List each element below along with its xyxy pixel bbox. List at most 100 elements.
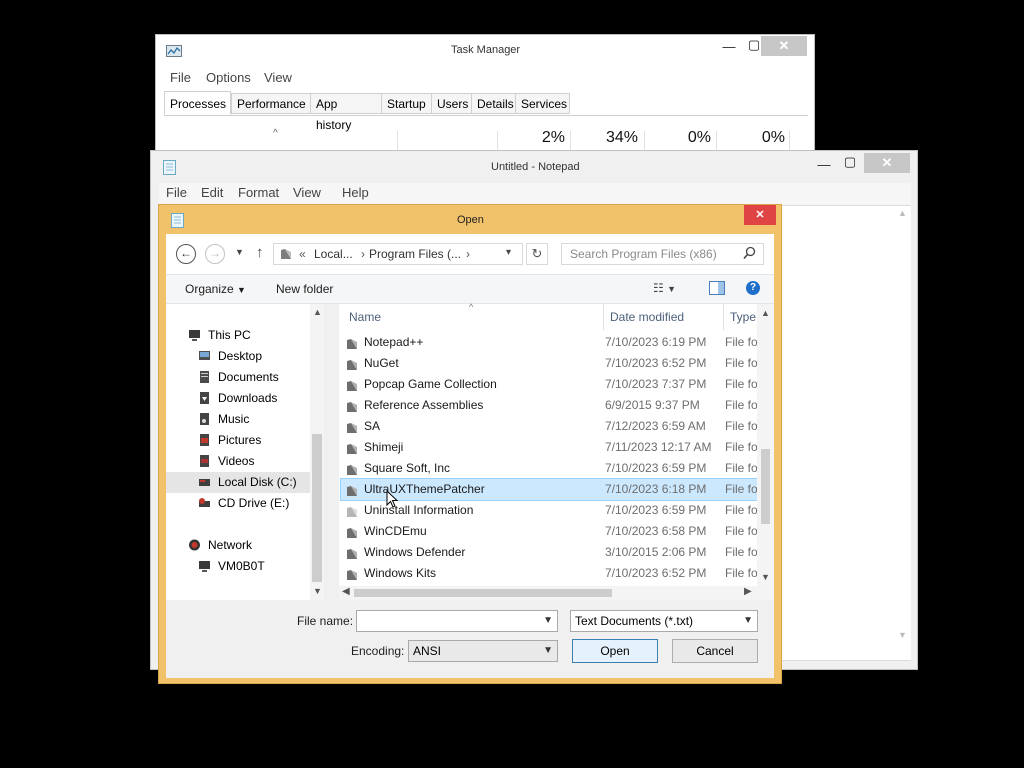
breadcrumb-segment-program-files[interactable]: Program Files (... <box>369 247 461 261</box>
mouse-cursor-icon <box>386 489 399 511</box>
menu-options[interactable]: Options <box>206 70 251 85</box>
nav-local-disk-label: Local Disk (C:) <box>218 475 297 489</box>
file-row[interactable]: Notepad++7/10/2023 6:19 PMFile folder <box>341 332 766 353</box>
scroll-thumb[interactable] <box>354 589 612 597</box>
file-type-filter[interactable]: Text Documents (*.txt) ▼ <box>570 610 758 632</box>
chevron-down-icon[interactable]: ▼ <box>543 611 553 631</box>
scroll-left-arrow-icon[interactable]: ◀ <box>342 586 350 597</box>
menu-file[interactable]: File <box>166 185 187 200</box>
cancel-button[interactable]: Cancel <box>672 639 758 663</box>
chevron-down-icon[interactable]: ▼ <box>743 611 753 631</box>
navigation-pane-scrollbar[interactable]: ▲ ▼ <box>310 304 324 600</box>
up-arrow-icon[interactable]: ↑ <box>256 244 264 261</box>
address-dropdown-icon[interactable]: ▾ <box>506 247 511 258</box>
tab-app-history[interactable]: App history <box>310 93 382 132</box>
menu-view[interactable]: View <box>264 70 292 85</box>
open-button[interactable]: Open <box>572 639 658 663</box>
file-row[interactable]: Reference Assemblies 6/9/2015 9:37 PM File… <box>341 395 766 416</box>
scroll-up-arrow-icon[interactable]: ▲ <box>313 307 322 317</box>
file-name-input[interactable]: ▼ <box>356 610 558 632</box>
memory-column-header[interactable]: 34% <box>578 129 638 147</box>
refresh-icon[interactable]: ↻ <box>526 243 548 265</box>
nav-this-pc[interactable]: This PC <box>188 325 251 346</box>
new-folder-button[interactable]: New folder <box>276 282 333 296</box>
network-column-header[interactable]: 0% <box>725 129 785 147</box>
folder-icon <box>346 399 358 412</box>
file-row[interactable]: Windows Kits7/10/2023 6:52 PMFile folder <box>341 563 766 584</box>
nav-pictures[interactable]: Pictures <box>198 430 261 451</box>
back-button[interactable]: ← <box>176 244 196 264</box>
date-column-header[interactable]: Date modified <box>610 310 684 324</box>
scroll-thumb[interactable] <box>761 449 770 524</box>
breadcrumb[interactable]: « Local... › Program Files (... › ▾ <box>273 243 523 265</box>
file-row[interactable]: NuGet7/10/2023 6:52 PMFile folder <box>341 353 766 374</box>
scroll-right-arrow-icon[interactable]: ▶ <box>744 586 752 597</box>
file-list-vertical-scrollbar[interactable]: ▲ ▼ <box>757 304 774 586</box>
name-column-header[interactable]: Name <box>349 310 381 324</box>
tab-performance[interactable]: Performance <box>231 93 311 114</box>
search-input[interactable]: Search Program Files (x86) <box>561 243 764 265</box>
file-name: NuGet <box>364 356 399 370</box>
cpu-column-header[interactable]: 2% <box>505 129 565 147</box>
nav-network[interactable]: Network <box>188 535 252 556</box>
file-row[interactable]: Windows Defender3/10/2015 2:06 PMFile fo… <box>341 542 766 563</box>
breadcrumb-separator[interactable]: › <box>466 247 470 261</box>
file-row[interactable]: Square Soft, Inc7/10/2023 6:59 PMFile fo… <box>341 458 766 479</box>
scroll-down-arrow-icon[interactable]: ▼ <box>898 630 907 640</box>
menu-edit[interactable]: Edit <box>201 185 223 200</box>
nav-vm0b0t[interactable]: VM0B0T <box>198 556 265 577</box>
scroll-down-arrow-icon[interactable]: ▼ <box>761 572 770 582</box>
scroll-down-arrow-icon[interactable]: ▼ <box>313 586 322 596</box>
breadcrumb-overflow[interactable]: « <box>299 247 306 261</box>
nav-music[interactable]: Music <box>198 409 249 430</box>
file-list-horizontal-scrollbar[interactable]: ◀ ▶ <box>339 586 774 600</box>
view-options-icon[interactable]: ☷ ▼ <box>653 281 676 295</box>
tab-services[interactable]: Services <box>515 93 570 114</box>
nav-desktop[interactable]: Desktop <box>198 346 262 367</box>
nav-this-pc-label: This PC <box>208 328 251 342</box>
nav-desktop-label: Desktop <box>218 349 263 363</box>
file-row[interactable]: WinCDEmu7/10/2023 6:58 PMFile folder <box>341 521 766 542</box>
folder-icon <box>346 336 358 349</box>
tab-processes[interactable]: Processes <box>164 91 231 115</box>
nav-videos[interactable]: Videos <box>198 451 254 472</box>
file-row[interactable]: Uninstall Information 7/10/2023 6:59 PM Fi… <box>341 500 766 521</box>
nav-downloads[interactable]: Downloads <box>198 388 277 409</box>
nav-documents[interactable]: Documents <box>198 367 279 388</box>
file-row[interactable]: SA7/12/2023 6:59 AMFile folder <box>341 416 766 437</box>
chevron-down-icon[interactable]: ▼ <box>543 641 553 661</box>
tab-users[interactable]: Users <box>431 93 472 114</box>
menu-file[interactable]: File <box>170 70 191 85</box>
type-column-header[interactable]: Type <box>730 310 756 324</box>
recent-locations-icon[interactable]: ▼ <box>235 247 244 257</box>
notepad-vertical-scrollbar[interactable]: ▲ ▼ <box>894 206 911 660</box>
scroll-thumb[interactable] <box>312 434 322 582</box>
file-row[interactable]: Popcap Game Collection 7/10/2023 7:37 PM F… <box>341 374 766 395</box>
preview-pane-icon[interactable] <box>709 281 725 298</box>
file-row[interactable]: UltraUXThemePatcher 7/10/2023 6:18 PM File… <box>340 478 767 501</box>
help-icon[interactable]: ? <box>746 281 760 295</box>
search-icon[interactable] <box>743 246 756 263</box>
menu-help[interactable]: Help <box>342 185 369 200</box>
dialog-close-button[interactable]: ✕ <box>744 205 776 225</box>
nav-network-label: Network <box>208 538 253 552</box>
breadcrumb-separator[interactable]: › <box>361 247 365 261</box>
breadcrumb-segment-local[interactable]: Local... <box>314 247 353 261</box>
menu-view[interactable]: View <box>293 185 321 200</box>
menu-format[interactable]: Format <box>238 185 279 200</box>
file-row[interactable]: Shimeji7/11/2023 12:17 AMFile folder <box>341 437 766 458</box>
nav-local-disk[interactable]: Local Disk (C:) <box>166 472 324 493</box>
close-button[interactable]: ✕ <box>864 153 910 173</box>
encoding-select[interactable]: ANSI ▼ <box>408 640 558 662</box>
close-button[interactable]: ✕ <box>761 36 807 56</box>
tab-details[interactable]: Details <box>471 93 516 114</box>
disk-column-header[interactable]: 0% <box>651 129 711 147</box>
forward-button[interactable]: → <box>205 244 225 264</box>
folder-location-icon <box>280 248 292 263</box>
nav-cd-drive[interactable]: CD Drive (E:) <box>198 493 289 514</box>
tab-startup[interactable]: Startup <box>381 93 432 114</box>
notepad-title: Untitled - Notepad <box>491 161 580 173</box>
scroll-up-arrow-icon[interactable]: ▲ <box>761 308 770 318</box>
scroll-up-arrow-icon[interactable]: ▲ <box>898 208 907 218</box>
organize-button[interactable]: Organize ▼ <box>185 282 246 296</box>
